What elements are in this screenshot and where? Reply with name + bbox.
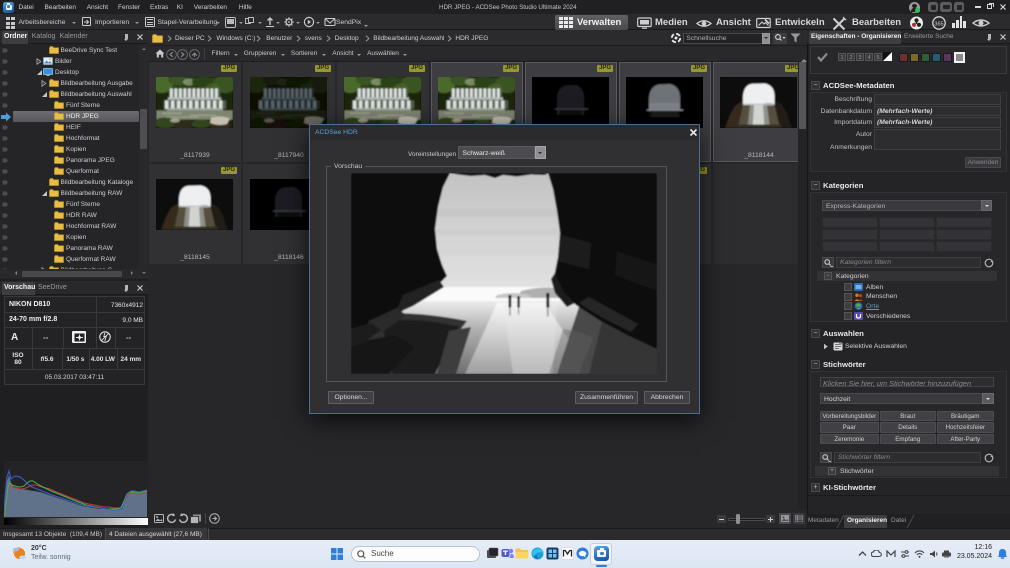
svg-text:365: 365 — [934, 21, 943, 27]
